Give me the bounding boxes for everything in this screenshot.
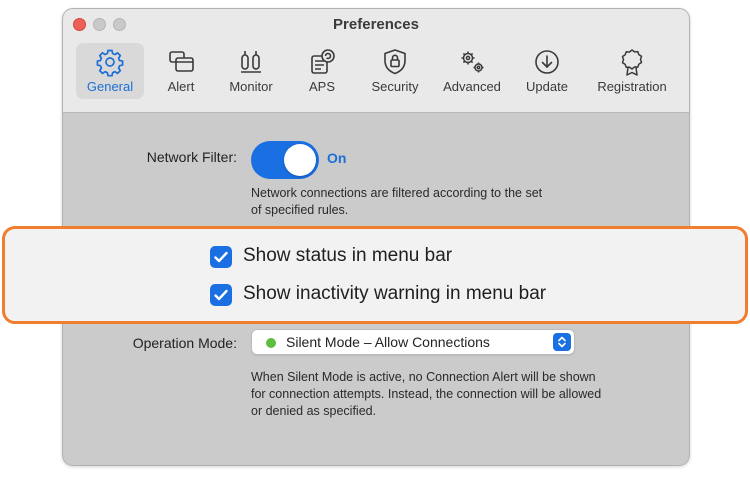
gears-icon xyxy=(457,47,487,77)
tab-aps-label: APS xyxy=(308,79,335,94)
operation-mode-value: Silent Mode – Allow Connections xyxy=(286,334,490,350)
lock-shield-icon xyxy=(380,47,410,77)
tab-update[interactable]: Update xyxy=(518,43,576,99)
operation-mode-description: When Silent Mode is active, no Connectio… xyxy=(251,370,602,418)
tab-general-label: General xyxy=(86,79,134,94)
tab-security-label: Security xyxy=(371,79,419,94)
operation-mode-select[interactable]: Silent Mode – Allow Connections xyxy=(251,329,575,355)
tab-update-label: Update xyxy=(526,79,568,94)
show-status-label: Show status in menu bar xyxy=(243,245,453,266)
show-inactivity-label: Show inactivity warning in menu bar xyxy=(243,283,547,304)
network-filter-toggle[interactable] xyxy=(251,141,319,179)
aps-document-icon xyxy=(307,47,337,77)
toggle-knob xyxy=(284,144,316,176)
network-filter-label: Network Filter: xyxy=(146,149,237,165)
operation-mode-label: Operation Mode: xyxy=(132,335,237,351)
gear-icon xyxy=(95,47,125,77)
tab-registration-label: Registration xyxy=(597,79,667,94)
tab-security[interactable]: Security xyxy=(361,43,429,99)
chevron-updown-icon xyxy=(553,333,571,351)
tab-general[interactable]: General xyxy=(76,43,144,99)
checkmark-icon[interactable] xyxy=(210,246,232,268)
checkmark-icon[interactable] xyxy=(210,284,232,306)
monitor-gauges-icon xyxy=(236,47,266,77)
tab-registration[interactable]: Registration xyxy=(586,43,678,99)
tab-monitor-label: Monitor xyxy=(229,79,273,94)
badge-ribbon-icon xyxy=(617,47,647,77)
menu-bar-options-highlight: Show status in menu bar Show inactivity … xyxy=(2,226,748,324)
alert-windows-icon xyxy=(166,47,196,77)
status-dot-icon xyxy=(266,338,276,348)
network-filter-description: Network connections are filtered accordi… xyxy=(251,186,543,217)
network-filter-state: On xyxy=(327,150,347,166)
tab-aps[interactable]: APS xyxy=(294,43,350,99)
tab-advanced[interactable]: Advanced xyxy=(436,43,508,99)
tab-monitor[interactable]: Monitor xyxy=(218,43,284,99)
tab-alert[interactable]: Alert xyxy=(154,43,208,99)
preferences-toolbar: General Alert Monitor APS Security Advan… xyxy=(63,9,689,113)
download-arrow-icon xyxy=(532,47,562,77)
tab-alert-label: Alert xyxy=(167,79,195,94)
tab-advanced-label: Advanced xyxy=(443,79,501,94)
